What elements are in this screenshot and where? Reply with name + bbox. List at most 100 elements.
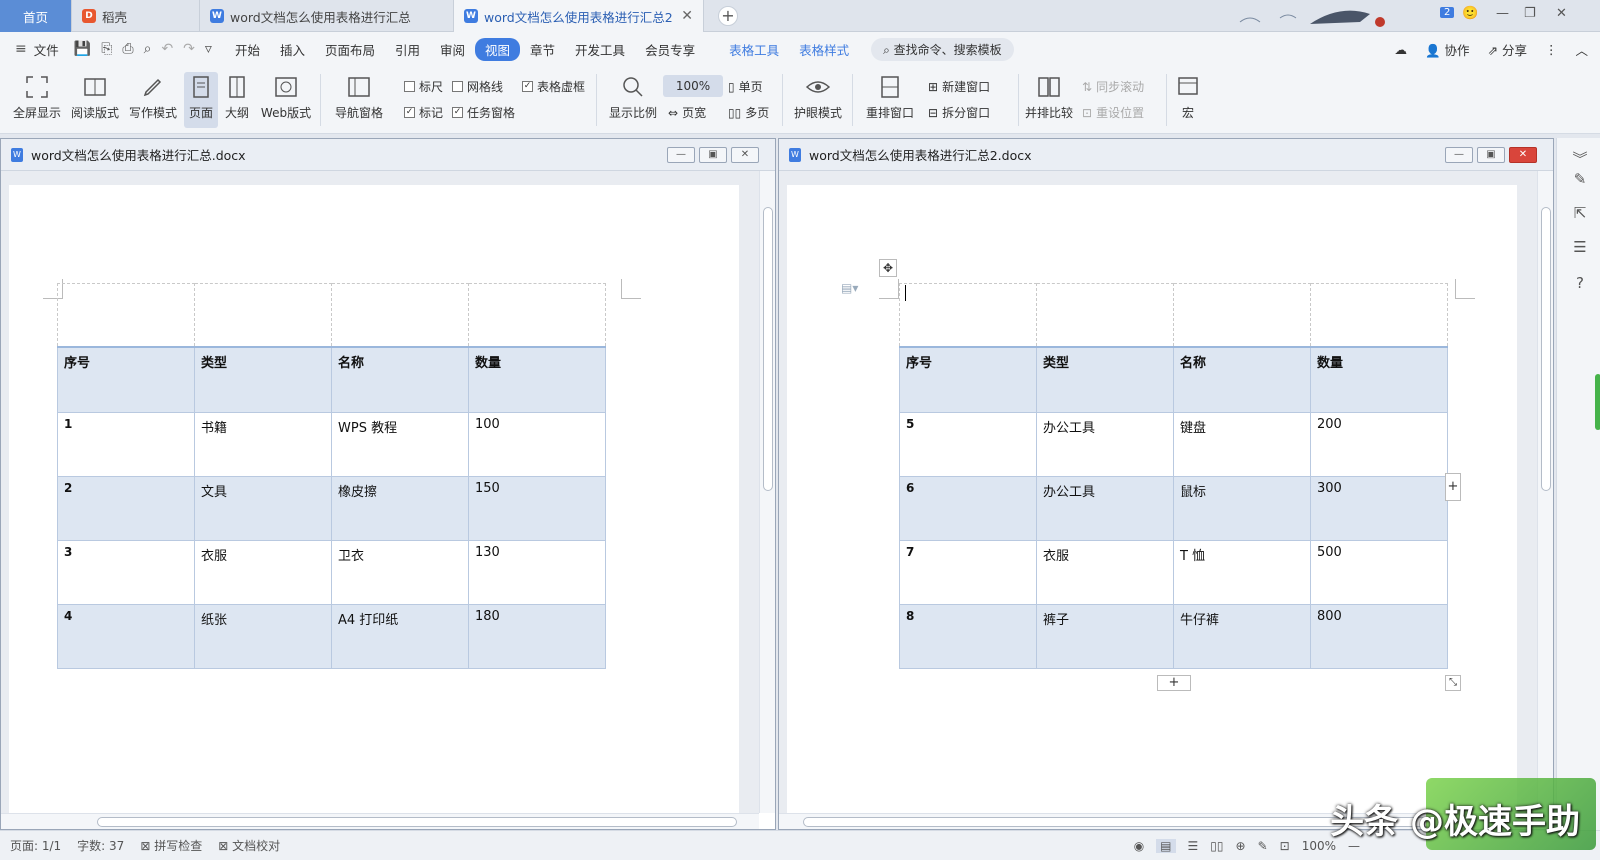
more-icon[interactable]: ⋮ bbox=[1545, 42, 1558, 57]
close-icon[interactable]: ✕ bbox=[731, 147, 759, 163]
menu-view[interactable]: 视图 bbox=[475, 37, 521, 61]
menu-table-style[interactable]: 表格样式 bbox=[789, 40, 859, 59]
table-border-checkbox[interactable]: ✓ 表格虚框 bbox=[522, 78, 585, 95]
table-cell[interactable]: 2 bbox=[57, 476, 195, 541]
scroll-thumb[interactable] bbox=[97, 817, 737, 827]
table-cell[interactable]: 800 bbox=[1310, 604, 1448, 669]
table-cell[interactable]: 牛仔裤 bbox=[1173, 604, 1311, 669]
table-cell[interactable] bbox=[1036, 283, 1174, 347]
table-cell[interactable]: 鼠标 bbox=[1173, 476, 1311, 541]
close-tab-icon[interactable]: ✕ bbox=[681, 8, 693, 24]
page-view-button[interactable]: 页面 bbox=[184, 72, 218, 128]
fullscreen-button[interactable]: 全屏显示 bbox=[8, 72, 66, 121]
table-cell[interactable]: 500 bbox=[1310, 540, 1448, 605]
minimize-icon[interactable]: — bbox=[1445, 147, 1473, 163]
menu-layout[interactable]: 页面布局 bbox=[315, 40, 385, 59]
avatar[interactable]: 🙂 bbox=[1462, 6, 1478, 21]
page-count[interactable]: 页面: 1/1 bbox=[10, 837, 61, 854]
gridlines-checkbox[interactable]: 网格线 bbox=[452, 78, 503, 95]
add-column-button[interactable]: + bbox=[1445, 473, 1461, 501]
collab-button[interactable]: 👤 协作 bbox=[1425, 40, 1470, 59]
reading-mode-button[interactable]: 阅读版式 bbox=[66, 72, 124, 121]
zoom-ratio-button[interactable]: 显示比例 bbox=[604, 72, 662, 121]
menu-review[interactable]: 审阅 bbox=[430, 40, 475, 59]
new-tab-button[interactable]: + bbox=[718, 6, 738, 26]
header-cell[interactable]: 数量 bbox=[468, 345, 606, 413]
menu-file[interactable]: 文件 bbox=[32, 40, 69, 59]
table-cell[interactable]: 办公工具 bbox=[1036, 412, 1174, 477]
header-cell[interactable]: 数量 bbox=[1310, 345, 1448, 413]
table-move-handle-icon[interactable]: ✥ bbox=[879, 259, 897, 277]
help-icon[interactable]: ? bbox=[1571, 274, 1589, 292]
edit-icon[interactable]: ✎ bbox=[1571, 170, 1589, 188]
command-search[interactable]: ⌕ 查找命令、搜索模板 bbox=[871, 37, 1014, 61]
side-by-side-button[interactable]: 并排比较 bbox=[1022, 72, 1076, 121]
notification-badge[interactable]: 2 bbox=[1440, 7, 1455, 18]
tab-doc2[interactable]: Wword文档怎么使用表格进行汇总2 ✕ bbox=[454, 0, 704, 32]
scroll-thumb[interactable] bbox=[763, 207, 773, 491]
header-cell[interactable]: 序号 bbox=[57, 345, 195, 413]
table-cell[interactable]: 衣服 bbox=[194, 540, 332, 605]
header-cell[interactable]: 名称 bbox=[1173, 345, 1311, 413]
close-icon[interactable]: ✕ bbox=[1509, 147, 1537, 163]
header-cell[interactable]: 序号 bbox=[899, 345, 1037, 413]
right-table[interactable]: 序号 类型 名称 数量 5 办公工具 键盘 200 6 办公工具 鼠标 300 … bbox=[899, 283, 1448, 669]
header-cell[interactable]: 类型 bbox=[194, 345, 332, 413]
restore-icon[interactable]: ❐ bbox=[1524, 6, 1536, 21]
nav-pane-button[interactable]: 导航窗格 bbox=[328, 72, 390, 121]
table-cell[interactable]: 7 bbox=[899, 540, 1037, 605]
settings-sliders-icon[interactable]: ☰ bbox=[1571, 238, 1589, 256]
expand-icon[interactable]: ︾ bbox=[1571, 148, 1589, 168]
table-cell[interactable]: 8 bbox=[899, 604, 1037, 669]
table-cell[interactable] bbox=[57, 283, 195, 347]
page-width-button[interactable]: ⇔ 页宽 bbox=[668, 104, 706, 121]
table-cell[interactable]: 裤子 bbox=[1036, 604, 1174, 669]
eye-icon[interactable]: ◉ bbox=[1134, 839, 1144, 853]
macro-button[interactable]: 宏 bbox=[1170, 72, 1206, 121]
table-cell[interactable]: 150 bbox=[468, 476, 606, 541]
multi-page-button[interactable]: ▯▯ 多页 bbox=[728, 104, 769, 121]
table-cell[interactable] bbox=[1310, 283, 1448, 347]
print-icon[interactable]: ⎙ bbox=[117, 41, 138, 57]
table-cell[interactable]: 办公工具 bbox=[1036, 476, 1174, 541]
left-horizontal-scrollbar[interactable] bbox=[1, 813, 759, 829]
menu-developer[interactable]: 开发工具 bbox=[565, 40, 635, 59]
table-cell[interactable]: 6 bbox=[899, 476, 1037, 541]
table-cell[interactable]: 4 bbox=[57, 604, 195, 669]
proofread-button[interactable]: ⊠ 文档校对 bbox=[218, 837, 280, 854]
header-cell[interactable]: 名称 bbox=[331, 345, 469, 413]
left-vertical-scrollbar[interactable] bbox=[759, 171, 775, 813]
table-cell[interactable]: 卫衣 bbox=[331, 540, 469, 605]
table-cell[interactable]: 300 bbox=[1310, 476, 1448, 541]
table-cell[interactable] bbox=[331, 283, 469, 347]
hamburger-menu-icon[interactable]: ≡ bbox=[10, 41, 32, 57]
table-cell[interactable]: 衣服 bbox=[1036, 540, 1174, 605]
customize-dropdown-icon[interactable]: ▿ bbox=[200, 41, 217, 57]
cloud-sync-icon[interactable]: ☁ bbox=[1394, 42, 1407, 57]
writing-mode-button[interactable]: 写作模式 bbox=[124, 72, 182, 121]
table-cell[interactable]: 书籍 bbox=[194, 412, 332, 477]
menu-chapter[interactable]: 章节 bbox=[520, 40, 565, 59]
menu-start[interactable]: 开始 bbox=[225, 40, 270, 59]
table-cell[interactable] bbox=[194, 283, 332, 347]
table-cell[interactable]: 100 bbox=[468, 412, 606, 477]
table-cell[interactable] bbox=[1173, 283, 1311, 347]
table-cell[interactable]: 橡皮擦 bbox=[331, 476, 469, 541]
new-window-button[interactable]: ⊞ 新建窗口 bbox=[928, 78, 990, 95]
maximize-icon[interactable]: ▣ bbox=[699, 147, 727, 163]
menu-reference[interactable]: 引用 bbox=[385, 40, 430, 59]
minimize-icon[interactable]: — bbox=[667, 147, 695, 163]
table-cell[interactable]: 130 bbox=[468, 540, 606, 605]
minimize-icon[interactable]: — bbox=[1496, 6, 1509, 21]
menu-member[interactable]: 会员专享 bbox=[635, 40, 705, 59]
scroll-thumb[interactable] bbox=[1541, 207, 1551, 491]
eye-mode-button[interactable]: 护眼模式 bbox=[788, 72, 848, 121]
marks-checkbox[interactable]: ✓ 标记 bbox=[404, 104, 443, 121]
ruler-checkbox[interactable]: 标尺 bbox=[404, 78, 443, 95]
table-cell[interactable]: 键盘 bbox=[1173, 412, 1311, 477]
select-cursor-icon[interactable]: ⇱ bbox=[1571, 204, 1589, 222]
rearrange-window-button[interactable]: 重排窗口 bbox=[858, 72, 922, 121]
maximize-icon[interactable]: ▣ bbox=[1477, 147, 1505, 163]
collapse-ribbon-icon[interactable]: ︿ bbox=[1575, 40, 1588, 59]
table-cell[interactable]: 200 bbox=[1310, 412, 1448, 477]
